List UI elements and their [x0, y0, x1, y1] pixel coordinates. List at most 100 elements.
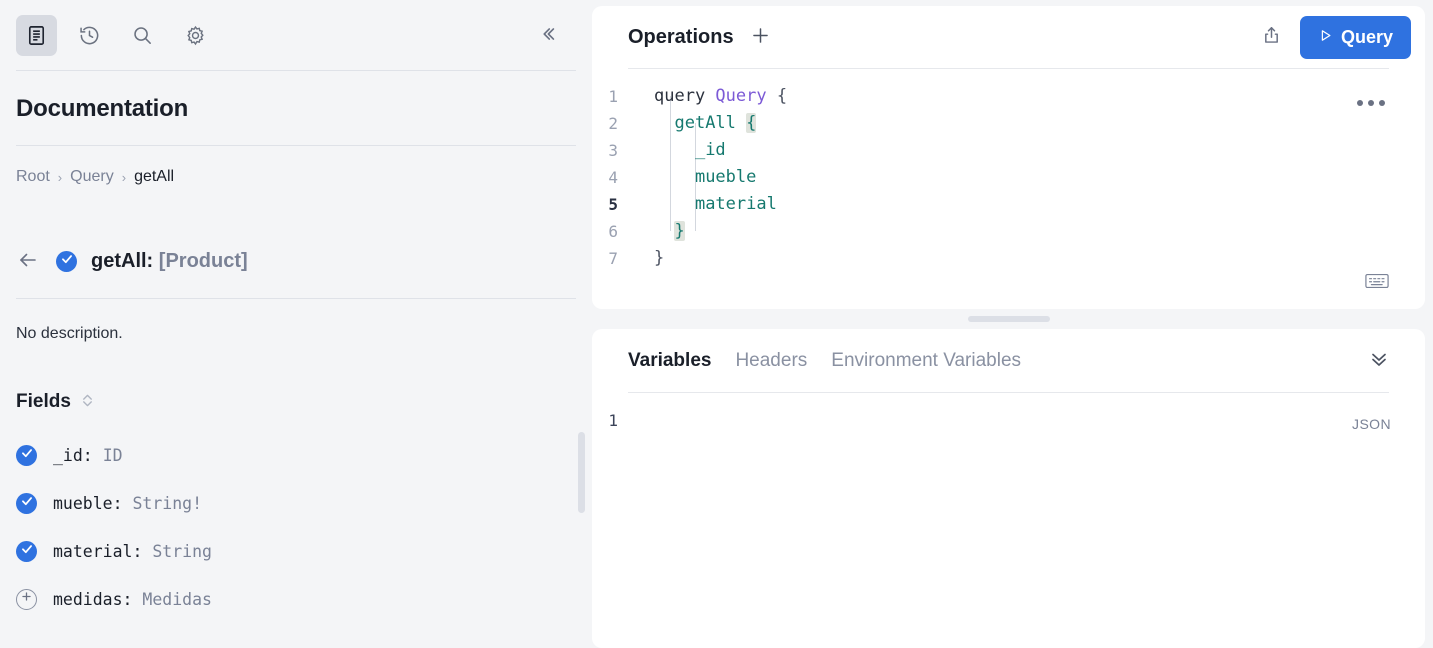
code-token: query [654, 86, 716, 106]
editor-area: Operations Query 1 query Query {2 getAl… [592, 0, 1433, 648]
field-checkbox-mueble[interactable] [16, 492, 37, 514]
breadcrumb: Root › Query › getAll [0, 146, 592, 186]
sidebar-item-settings[interactable] [175, 15, 216, 56]
code-text[interactable]: material [632, 191, 777, 218]
breadcrumb-item-query[interactable]: Query [70, 168, 114, 186]
code-line: 5 material [592, 191, 1425, 218]
field-name: material: [53, 541, 143, 561]
code-text[interactable]: } [632, 218, 685, 245]
field-signature: mueble: String! [53, 494, 202, 513]
list-item[interactable]: material: String [16, 527, 576, 575]
check-icon [20, 446, 34, 465]
field-type: String! [132, 493, 203, 513]
list-item[interactable]: _id: ID [16, 431, 576, 479]
line-number[interactable]: 5 [592, 191, 632, 218]
format-badge: JSON [1352, 416, 1391, 432]
variables-editor[interactable]: 1 JSON [592, 393, 1425, 434]
field-name: medidas: [53, 589, 133, 609]
play-icon [1318, 27, 1333, 48]
sidebar-toolbar [0, 0, 592, 70]
check-icon [60, 252, 74, 271]
sidebar-scrollbar[interactable] [578, 432, 585, 513]
field-return-type: [Product] [158, 249, 248, 272]
add-operation-button[interactable] [750, 25, 771, 49]
code-token: material [694, 194, 777, 214]
code-text[interactable]: getAll { [632, 110, 757, 137]
collapse-variables-button[interactable] [1363, 343, 1395, 378]
code-token: } [654, 248, 665, 268]
line-number[interactable]: 1 [592, 407, 632, 434]
fields-section-header: Fields [0, 343, 592, 413]
sidebar-item-docs[interactable] [16, 14, 57, 56]
line-number[interactable]: 7 [592, 245, 632, 272]
line-number[interactable]: 3 [592, 137, 632, 164]
code-token: Query [715, 86, 767, 106]
line-number[interactable]: 2 [592, 110, 632, 137]
share-icon [1261, 25, 1282, 49]
back-button[interactable] [16, 248, 42, 274]
field-title-name: getAll: [91, 249, 154, 272]
chevron-double-down-icon [1367, 347, 1391, 374]
code-line: 2 getAll { [592, 110, 1425, 137]
code-text[interactable]: _id [632, 137, 726, 164]
collapse-sidebar-button[interactable] [530, 18, 564, 52]
dot-icon [1368, 100, 1374, 106]
variables-panel: Variables Headers Environment Variables [592, 329, 1425, 648]
code-text[interactable]: } [632, 245, 664, 272]
fields-list: _id: ID mueble: String! material: String… [0, 413, 592, 623]
code-token: { [746, 113, 757, 133]
line-number[interactable]: 6 [592, 218, 632, 245]
field-title: getAll: [Product] [91, 250, 248, 273]
breadcrumb-separator: › [121, 169, 127, 185]
code-line: 4 mueble [592, 164, 1425, 191]
arrow-left-icon [16, 248, 40, 275]
page-title: Documentation [16, 95, 189, 122]
field-name: mueble: [53, 493, 123, 513]
line-number[interactable]: 4 [592, 164, 632, 191]
field-signature: medidas: Medidas [53, 590, 212, 609]
field-add-button-medidas[interactable] [16, 588, 37, 610]
line-number[interactable]: 1 [592, 83, 632, 110]
code-text[interactable]: mueble [632, 164, 756, 191]
graphql-ide-window: Documentation Root › Query › getAll getA… [0, 0, 1433, 648]
breadcrumb-separator: › [57, 169, 63, 185]
sort-fields-button[interactable] [81, 393, 94, 411]
code-text[interactable]: query Query { [632, 83, 787, 110]
run-query-button[interactable]: Query [1299, 15, 1411, 59]
tab-headers[interactable]: Headers [735, 350, 807, 372]
field-checkbox-id[interactable] [16, 444, 37, 466]
field-checkbox-material[interactable] [16, 540, 37, 562]
sidebar-item-history[interactable] [69, 15, 110, 56]
operations-header: Operations Query [592, 6, 1425, 68]
docs-icon [25, 24, 48, 47]
drag-handle-bar [967, 316, 1050, 322]
code-line: 7} [592, 245, 1425, 272]
gear-icon [184, 24, 207, 47]
editor-more-button[interactable] [1351, 94, 1391, 112]
code-token: mueble [694, 167, 757, 187]
operations-panel: Operations Query 1 query Query {2 getAl… [592, 6, 1425, 309]
list-item[interactable]: medidas: Medidas [16, 575, 576, 623]
code-line: 1 query Query { [592, 83, 1425, 110]
chevron-double-left-icon [536, 23, 558, 48]
panel-resize-handle[interactable] [592, 309, 1425, 329]
tab-environment-variables[interactable]: Environment Variables [831, 350, 1021, 372]
sort-updown-icon [81, 393, 94, 411]
code-token: { [766, 86, 788, 106]
code-line: 6 } [592, 218, 1425, 245]
list-item[interactable]: mueble: String! [16, 479, 576, 527]
field-name: _id: [53, 445, 93, 465]
share-button[interactable] [1255, 19, 1288, 55]
breadcrumb-item-getall[interactable]: getAll [134, 168, 174, 186]
plus-icon [750, 25, 771, 49]
field-selected-checkbox[interactable] [56, 250, 77, 272]
breadcrumb-item-root[interactable]: Root [16, 168, 50, 186]
keyboard-shortcuts-button[interactable] [1363, 270, 1391, 295]
sidebar-item-search[interactable] [122, 15, 163, 56]
query-editor[interactable]: 1 query Query {2 getAll {3 _id 4 mueble 5 m… [592, 69, 1425, 272]
tab-variables[interactable]: Variables [628, 350, 711, 372]
field-signature: _id: ID [53, 446, 123, 465]
code-line: 1 [592, 407, 1425, 434]
